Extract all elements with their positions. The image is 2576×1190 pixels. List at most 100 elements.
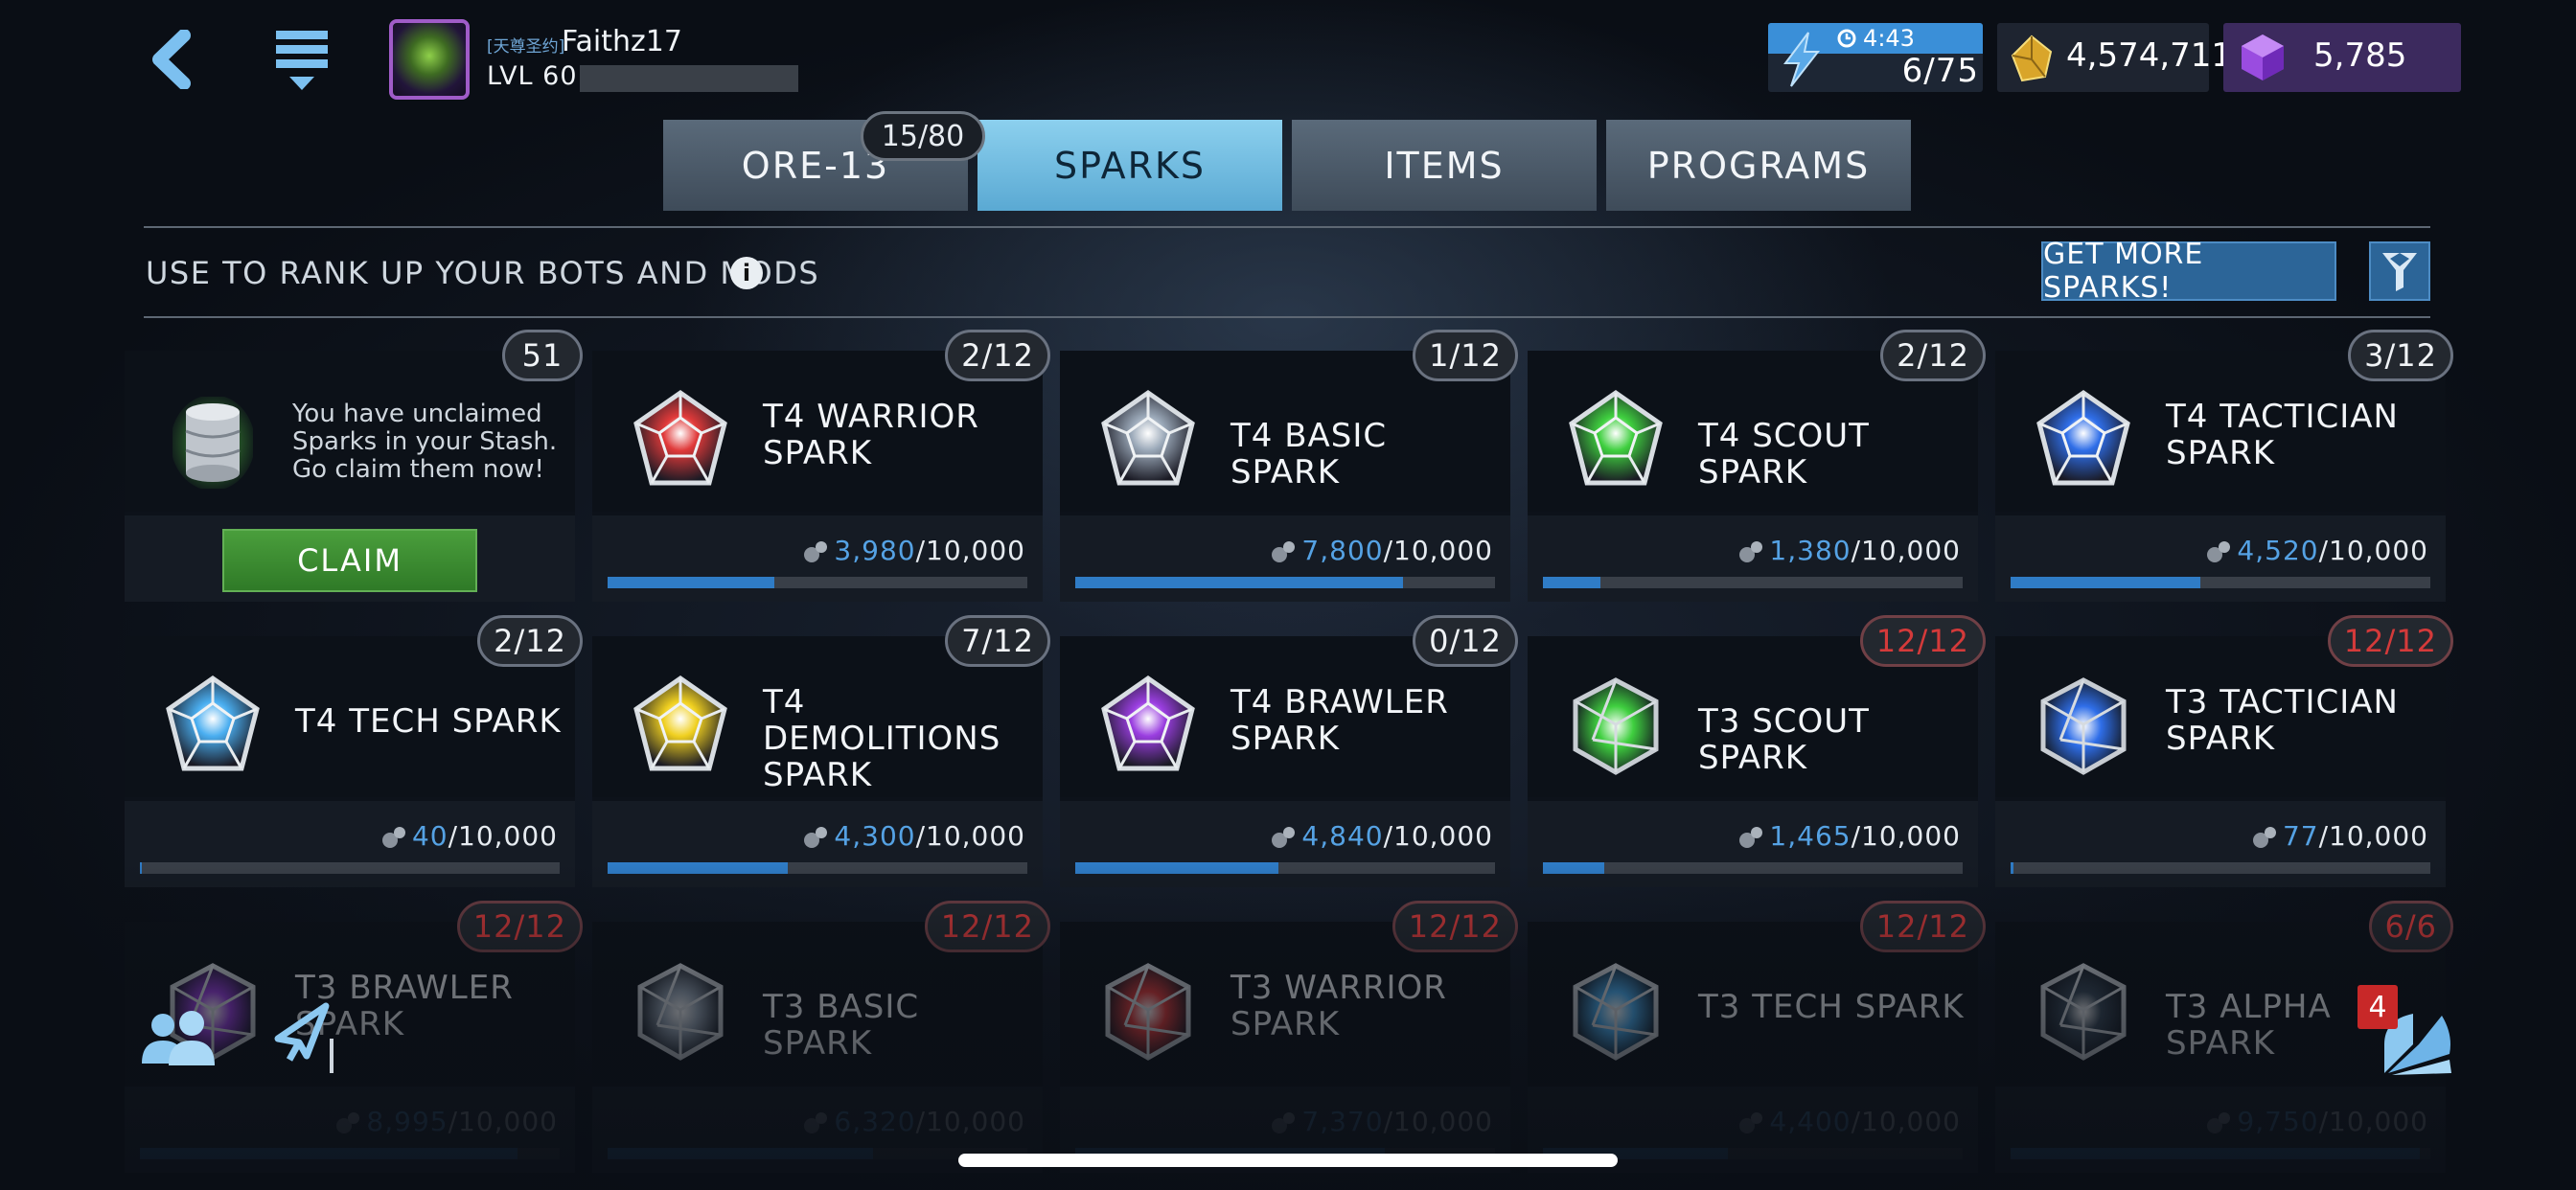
info-icon[interactable]: i xyxy=(730,257,763,289)
spark-gem-icon xyxy=(1101,675,1195,771)
tab-items[interactable]: ITEMS xyxy=(1292,120,1597,211)
spark-progress-max: /10,000 xyxy=(1851,820,1961,852)
spark-progress-text: 77/10,000 xyxy=(2252,820,2428,852)
spark-progress-text: 1,465/10,000 xyxy=(1738,820,1961,852)
spark-progress-current: 4,520 xyxy=(2237,535,2319,566)
spark-progress-icon xyxy=(381,827,405,848)
spark-progress-bar xyxy=(608,577,1027,588)
divider-bottom xyxy=(144,316,2430,318)
gold-ore-icon xyxy=(2011,34,2053,82)
spark-rank-badge: 2/12 xyxy=(945,330,1050,381)
spark-name: T4 TECH SPARK xyxy=(295,702,562,741)
spark-card[interactable]: 2/12 T4 WARRIOR SPARK 3,980/10,000 xyxy=(592,330,1050,602)
stash-database-icon xyxy=(172,397,253,489)
spark-progress-current: 77 xyxy=(2282,820,2319,852)
spark-card[interactable]: 2/12 T4 TECH SPARK 40/10,000 xyxy=(125,615,583,887)
spark-name: T4 BASIC SPARK xyxy=(1230,417,1388,492)
spark-progress-fill xyxy=(608,577,775,588)
spark-gem-icon xyxy=(633,675,727,771)
spark-progress-current: 7,800 xyxy=(1301,535,1384,566)
spark-progress-icon xyxy=(1272,827,1296,848)
player-name: Faithz17 xyxy=(562,25,682,58)
section-description: USE TO RANK UP YOUR BOTS AND MODS xyxy=(146,255,820,291)
spark-name: T3 SCOUT SPARK xyxy=(1698,702,1870,777)
spark-progress-text: 4,840/10,000 xyxy=(1271,820,1493,852)
tab-programs[interactable]: PROGRAMS xyxy=(1606,120,1911,211)
divider-top xyxy=(144,226,2430,228)
clock-icon xyxy=(1837,29,1856,48)
spark-progress-text: 4,300/10,000 xyxy=(803,820,1025,852)
spark-progress-text: 7,800/10,000 xyxy=(1271,535,1493,566)
spark-rank-badge: 2/12 xyxy=(477,615,583,667)
spark-progress-icon xyxy=(1272,541,1296,562)
get-more-sparks-button[interactable]: GET MORE SPARKS! xyxy=(2041,238,2336,305)
ore-count-badge: 15/80 xyxy=(861,111,985,161)
energy-count: 6/75 xyxy=(1901,52,1979,90)
claim-button[interactable]: CLAIM xyxy=(222,529,477,592)
spark-rank-badge: 0/12 xyxy=(1413,615,1518,667)
spark-progress-current: 40 xyxy=(411,820,448,852)
menu-icon xyxy=(276,31,328,90)
player-guild-tag: [天尊圣约] xyxy=(487,37,565,57)
spark-progress-icon xyxy=(804,827,828,848)
spark-progress-bar xyxy=(2011,577,2430,588)
spark-rank-badge: 12/12 xyxy=(1859,615,1986,667)
spark-progress-current: 1,465 xyxy=(1769,820,1852,852)
player-avatar[interactable] xyxy=(389,19,470,100)
gem-cube-icon xyxy=(2242,34,2284,80)
chevron-left-icon xyxy=(152,30,191,89)
friends-icon[interactable] xyxy=(136,1004,222,1071)
spark-progress-icon xyxy=(804,541,828,562)
spark-progress-max: /10,000 xyxy=(915,820,1025,852)
lightning-bolt-icon xyxy=(1783,32,1821,87)
filter-button[interactable] xyxy=(2369,241,2430,301)
spark-progress-max: /10,000 xyxy=(1383,820,1493,852)
spark-rank-badge: 12/12 xyxy=(2327,615,2453,667)
spark-card[interactable]: 1/12 T4 BASIC SPARK 7,800/10,000 xyxy=(1060,330,1518,602)
spark-gem-icon xyxy=(166,675,260,771)
spark-name: T4 TACTICIAN SPARK xyxy=(2166,398,2399,472)
spark-progress-fill xyxy=(1543,577,1601,588)
spark-progress-icon xyxy=(2207,541,2231,562)
spark-progress-icon xyxy=(2252,827,2276,848)
spark-rank-badge: 3/12 xyxy=(2348,330,2453,381)
spark-progress-text: 40/10,000 xyxy=(381,820,558,852)
menu-button[interactable] xyxy=(268,25,335,94)
spark-card[interactable]: 7/12 T4 DEMOLITIONS SPARK 4,300/10,000 xyxy=(592,615,1050,887)
spark-progress-max: /10,000 xyxy=(2318,535,2428,566)
spark-progress-bar xyxy=(1543,577,1963,588)
spark-gem-icon xyxy=(1569,389,1663,486)
spark-progress-text: 4,520/10,000 xyxy=(2206,535,2428,566)
tab-sparks[interactable]: SPARKS xyxy=(978,120,1282,211)
spark-progress-current: 3,980 xyxy=(834,535,916,566)
spark-card[interactable]: 12/12 T3 TACTICIAN SPARK 77/10,000 xyxy=(1995,615,2453,887)
spark-progress-text: 1,380/10,000 xyxy=(1738,535,1961,566)
spark-name: T3 TACTICIAN SPARK xyxy=(2166,683,2399,758)
player-level: LVL 60 xyxy=(487,61,578,91)
spark-name: T4 DEMOLITIONS SPARK xyxy=(763,683,1001,794)
spark-gem-icon xyxy=(2040,677,2127,775)
spark-rank-badge: 1/12 xyxy=(1413,330,1518,381)
spark-card[interactable]: 0/12 T4 BRAWLER SPARK 4,840/10,000 xyxy=(1060,615,1518,887)
home-indicator[interactable] xyxy=(958,1154,1618,1167)
spark-progress-fill xyxy=(2011,577,2200,588)
spark-card[interactable]: 3/12 T4 TACTICIAN SPARK 4,520/10,000 xyxy=(1995,330,2453,602)
spark-progress-fill xyxy=(1075,577,1403,588)
back-button[interactable] xyxy=(134,25,211,94)
spark-card[interactable]: 12/12 T3 SCOUT SPARK 1,465/10,000 xyxy=(1528,615,1986,887)
rocket-icon[interactable] xyxy=(268,1000,335,1073)
spark-progress-icon xyxy=(1739,541,1763,562)
spark-rank-badge: 2/12 xyxy=(1880,330,1986,381)
spark-gem-icon xyxy=(633,389,727,486)
notification-badge: 4 xyxy=(2358,985,2398,1029)
spark-progress-current: 1,380 xyxy=(1769,535,1852,566)
energy-timer-text: 4:43 xyxy=(1863,25,1915,52)
spark-card[interactable]: 2/12 T4 SCOUT SPARK 1,380/10,000 xyxy=(1528,330,1986,602)
stash-card: 51 You have unclaimed Sparks in your Sta… xyxy=(125,330,583,602)
filter-gem-icon xyxy=(2382,253,2417,291)
spark-progress-current: 4,300 xyxy=(834,820,916,852)
spark-progress-max: /10,000 xyxy=(2318,820,2428,852)
spark-name: T4 SCOUT SPARK xyxy=(1698,417,1870,492)
spark-progress-max: /10,000 xyxy=(448,820,558,852)
spark-gem-icon xyxy=(1573,677,1659,775)
